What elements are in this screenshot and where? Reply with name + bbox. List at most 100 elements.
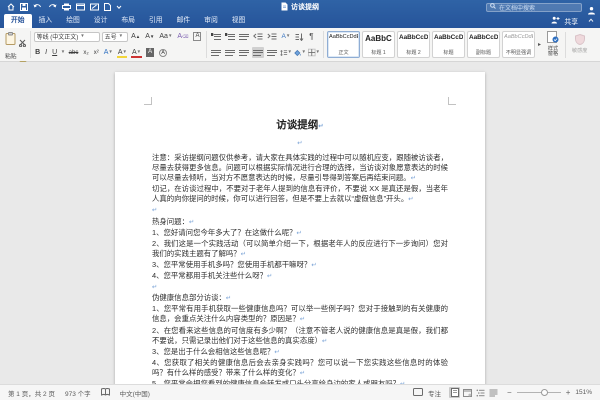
cut-icon[interactable]: [19, 34, 27, 52]
new-document-icon[interactable]: [104, 3, 111, 11]
line-spacing-button[interactable]: ▼: [280, 47, 292, 58]
borders-button[interactable]: ▼: [308, 47, 320, 58]
outline-view-icon[interactable]: [475, 387, 486, 398]
style-pane-button[interactable]: 样式窗格: [544, 31, 562, 59]
style-subtitle[interactable]: AaBbCcD 副标题: [467, 31, 500, 58]
strikethrough-button[interactable]: abc: [67, 47, 80, 58]
share-button[interactable]: 共享: [564, 16, 578, 26]
bullet-list-button[interactable]: [210, 31, 222, 42]
account-icon[interactable]: [587, 2, 596, 20]
paste-button[interactable]: 粘贴: [5, 32, 17, 60]
asian-layout-button[interactable]: A▼: [280, 31, 292, 42]
increase-indent-button[interactable]: [266, 31, 278, 42]
distribute-text-button[interactable]: [266, 47, 278, 58]
document-paragraph[interactable]: 1、您好请问您今年多大了？在这做什么呢？↵: [152, 228, 448, 239]
document-paragraph[interactable]: 热身问题：↵: [152, 217, 448, 228]
proofing-icon[interactable]: [101, 388, 110, 398]
style-title[interactable]: AaBbCcD 标题: [432, 31, 465, 58]
justify-button[interactable]: [252, 47, 264, 58]
qat-more-icon[interactable]: [116, 4, 122, 10]
document-paragraph[interactable]: 3、您是出于什么会相信这些信息呢？↵: [152, 347, 448, 358]
document-paragraph[interactable]: ↵: [152, 205, 448, 216]
redo-icon[interactable]: [48, 3, 57, 11]
ribbon-tab[interactable]: 设计: [87, 14, 115, 28]
align-right-button[interactable]: [238, 47, 250, 58]
character-shading-button[interactable]: A: [145, 47, 156, 58]
font-color-button[interactable]: A▼: [130, 47, 142, 58]
ribbon-tab[interactable]: 审阅: [197, 14, 225, 28]
highlight-button[interactable]: A▼: [116, 47, 128, 58]
document-paragraph[interactable]: 2、我们这是一个实践活动（可以简单介绍一下，根据老年人的反应进行下一步询问）您对…: [152, 239, 448, 260]
language-indicator[interactable]: 中文(中国): [120, 388, 150, 398]
multilevel-list-button[interactable]: [238, 31, 250, 42]
italic-button[interactable]: I: [44, 47, 49, 58]
document-canvas[interactable]: 访谈提纲↵ ↵ 注意：采访提纲问题仅供参考，请大家在具体实践的过程中可以随机应变…: [0, 62, 600, 384]
document-paragraph[interactable]: 4、您获取了相关的健康信息后会去亲身实践吗？您可以说一下您实践这些信息时的体验吗…: [152, 358, 448, 379]
zoom-slider[interactable]: [517, 392, 561, 393]
share-icon: [551, 16, 560, 26]
bold-button[interactable]: B: [34, 47, 42, 58]
grow-font-button[interactable]: A▲: [130, 31, 142, 42]
edit-icon[interactable]: [90, 3, 99, 11]
window-icon[interactable]: [76, 3, 85, 11]
ribbon-tab[interactable]: 绘图: [59, 14, 87, 28]
ribbon-tab[interactable]: 插入: [32, 14, 60, 28]
subscript-button[interactable]: x₂: [82, 47, 90, 58]
enclose-character-button[interactable]: A: [158, 47, 169, 58]
ribbon-tab[interactable]: 视图: [225, 14, 253, 28]
ribbon-tab[interactable]: 邮件: [170, 14, 198, 28]
styles-more-icon[interactable]: ▸: [537, 41, 542, 48]
shrink-font-button[interactable]: A▼: [144, 31, 156, 42]
change-case-button[interactable]: Aa▼: [158, 31, 174, 42]
sort-button[interactable]: [294, 31, 306, 42]
undo-icon[interactable]: [33, 3, 43, 11]
print-layout-view-icon[interactable]: [449, 387, 460, 398]
style-subtle-emphasis[interactable]: AaBbCcDdEe 不明显强调: [502, 31, 535, 58]
shading-button[interactable]: ▼: [294, 47, 306, 58]
text-effects-button[interactable]: A▼: [102, 47, 114, 58]
save-icon[interactable]: [20, 3, 28, 11]
ribbon-tab[interactable]: 开始: [4, 14, 32, 28]
web-layout-view-icon[interactable]: [462, 387, 473, 398]
document-paragraph[interactable]: 3、您平常使用手机多吗？您使用手机都干嘛呀？↵: [152, 260, 448, 271]
document-heading[interactable]: 访谈提纲↵: [152, 118, 448, 134]
search-input[interactable]: 在文档中搜索: [486, 3, 582, 12]
paragraph-group: A▼ ¶ ▼ ▼ ▼: [208, 30, 322, 59]
document-paragraph[interactable]: 4、您平常都用手机关注些什么呀？↵: [152, 271, 448, 282]
zoom-out-button[interactable]: −: [507, 388, 512, 397]
document-paragraph[interactable]: ↵: [152, 282, 448, 293]
document-paragraph[interactable]: 1、您平常有用手机获取一些健康信息吗？可以举一些例子吗？您对于接触到的有关健康的…: [152, 304, 448, 325]
character-border-button[interactable]: A: [192, 31, 203, 42]
word-count[interactable]: 973 个字: [65, 388, 91, 398]
ribbon-tab[interactable]: 布局: [114, 14, 142, 28]
home-icon[interactable]: [7, 3, 15, 11]
clear-formatting-button[interactable]: A⌫: [176, 31, 190, 42]
font-name-combo[interactable]: 等线 (中文正文)▼: [34, 32, 100, 42]
style-normal[interactable]: AaBbCcDdEe 正文: [327, 31, 360, 58]
font-size-combo[interactable]: 五号▼: [102, 32, 128, 42]
show-formatting-marks-button[interactable]: ¶: [308, 31, 315, 42]
document-paragraph[interactable]: 切记，在访谈过程中，不要对于老年人提到的信息有评价，不要说 XX 是真还是假，当…: [152, 184, 448, 205]
ribbon-tab[interactable]: 引用: [142, 14, 170, 28]
zoom-level[interactable]: 151%: [575, 389, 592, 396]
ribbon: 粘贴 等线 (中文正文)▼ 五号▼ A▲ A▼ Aa▼ A⌫ A: [0, 28, 600, 62]
draft-view-icon[interactable]: [488, 387, 499, 398]
decrease-indent-button[interactable]: [252, 31, 264, 42]
zoom-slider-handle[interactable]: [541, 389, 548, 396]
style-heading1[interactable]: AaBbC 标题 1: [362, 31, 395, 58]
page-1[interactable]: 访谈提纲↵ ↵ 注意：采访提纲问题仅供参考，请大家在具体实践的过程中可以随机应变…: [115, 72, 485, 384]
print-icon[interactable]: [62, 3, 71, 11]
numbered-list-button[interactable]: [224, 31, 236, 42]
document-paragraph[interactable]: 伪健康信息部分访谈：↵: [152, 293, 448, 304]
underline-options-icon[interactable]: ▼: [61, 50, 65, 55]
align-center-button[interactable]: [224, 47, 236, 58]
page-indicator[interactable]: 第 1 页，共 2 页: [8, 388, 55, 398]
document-paragraph[interactable]: 注意：采访提纲问题仅供参考，请大家在具体实践的过程中可以随机应变，跟随被访谈者，…: [152, 153, 448, 184]
superscript-button[interactable]: x²: [92, 47, 100, 58]
underline-button[interactable]: U: [51, 47, 59, 58]
document-paragraph[interactable]: 2、在您看来这些信息的可信度有多少啊？（注意不管老人说的健康信息是真是假，我们都…: [152, 326, 448, 347]
focus-mode-button[interactable]: 专注: [428, 388, 441, 398]
align-left-button[interactable]: [210, 47, 222, 58]
style-heading2[interactable]: AaBbCcD 标题 2: [397, 31, 430, 58]
zoom-in-button[interactable]: +: [566, 388, 571, 397]
